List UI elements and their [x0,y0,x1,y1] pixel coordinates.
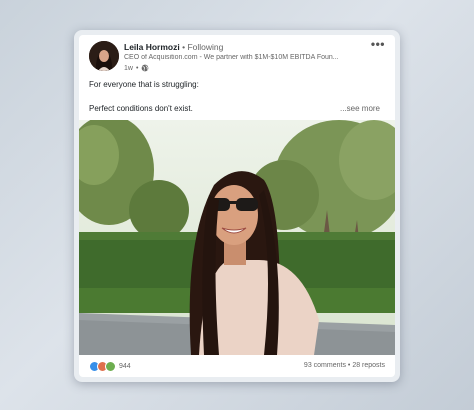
post-text-line-2: Perfect conditions don't exist. [89,104,193,113]
more-options-icon[interactable]: ••• [371,37,385,51]
globe-icon [142,64,149,72]
support-icon [105,361,116,372]
reaction-count: 944 [119,363,131,370]
post-image[interactable] [79,120,395,355]
visibility-separator: • [135,64,139,72]
post-time[interactable]: 1w [124,65,133,72]
author-headline: CEO of Acquisition.com - We partner with… [124,54,339,61]
separator-dot: • [182,42,186,52]
comments-count[interactable]: 93 comments [304,362,346,369]
reposts-count[interactable]: 28 reposts [352,362,385,369]
post-footer: 944 93 comments • 28 reposts [79,355,395,377]
see-more-link[interactable]: ...see more [340,104,380,113]
reactions-summary[interactable]: 944 [89,361,131,372]
post-text-line-1: For everyone that is struggling: [89,80,199,89]
stats-separator: • [347,362,351,369]
post-card: Leila Hormozi • Following CEO of Acquisi… [79,35,395,377]
author-name[interactable]: Leila Hormozi [124,42,180,52]
post-stats: 93 comments • 28 reposts [304,362,385,369]
following-status[interactable]: Following [187,42,223,52]
avatar[interactable] [89,41,119,71]
author-line: Leila Hormozi • Following [124,42,223,52]
post-meta: 1w • [124,64,149,72]
